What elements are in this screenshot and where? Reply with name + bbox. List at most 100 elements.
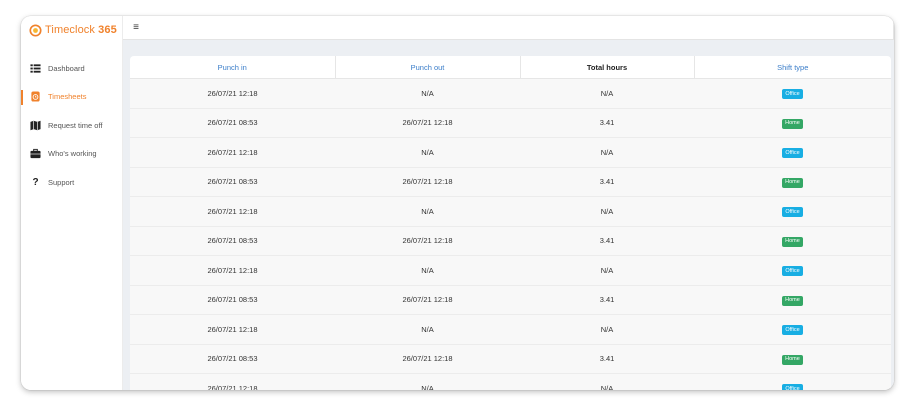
cell-punch-out: 26/07/21 12:18	[335, 226, 520, 256]
shift-type-badge[interactable]: Home	[782, 354, 803, 365]
cell-shift-type: Office	[694, 137, 891, 168]
cell-shift-type: Office	[694, 196, 891, 227]
app-window: Timeclock 365 Dashboard Timesheets Reque…	[21, 16, 894, 390]
header-punch-out[interactable]: Punch out	[335, 56, 521, 79]
question-icon: ?	[32, 176, 39, 188]
shift-type-badge[interactable]: Office	[782, 89, 803, 99]
cell-punch-in: 26/07/21 08:53	[130, 226, 335, 256]
cell-punch-in: 26/07/21 08:53	[130, 344, 335, 374]
topbar: ≡	[123, 16, 894, 40]
cell-punch-out: 26/07/21 12:18	[335, 108, 520, 138]
timesheet-table: Punch in Punch out Total hours Shift typ…	[130, 56, 891, 390]
shift-type-badge[interactable]: Office	[782, 207, 803, 217]
cell-total-hours: N/A	[520, 373, 694, 390]
timesheet-card: Punch in Punch out Total hours Shift typ…	[130, 56, 891, 390]
cell-punch-in: 26/07/21 12:18	[130, 196, 335, 227]
shift-type-badge[interactable]: Office	[782, 384, 803, 390]
shift-type-badge[interactable]: Office	[782, 325, 803, 335]
cell-punch-out: N/A	[335, 373, 520, 390]
cell-punch-out: N/A	[335, 314, 520, 345]
table-row[interactable]: 26/07/21 08:53 26/07/21 12:18 3.41 Home	[130, 344, 891, 374]
table-row[interactable]: 26/07/21 12:18 N/A N/A Office	[130, 314, 891, 345]
cell-punch-in: 26/07/21 12:18	[130, 373, 335, 390]
cell-punch-out: 26/07/21 12:18	[335, 344, 520, 374]
cell-total-hours: 3.41	[520, 167, 694, 197]
map-icon	[30, 120, 41, 131]
cell-total-hours: N/A	[520, 255, 694, 286]
sidebar-item-label: Dashboard	[48, 63, 85, 73]
briefcase-icon	[30, 148, 41, 159]
main-content: Punch in Punch out Total hours Shift typ…	[123, 40, 894, 390]
sidebar-item-label: Request time off	[48, 120, 103, 130]
list-icon	[30, 63, 41, 74]
shift-type-badge[interactable]: Office	[782, 148, 803, 158]
cell-punch-out: N/A	[335, 137, 520, 168]
sidebar-item-request-time-off[interactable]: Request time off	[21, 111, 122, 140]
table-row[interactable]: 26/07/21 08:53 26/07/21 12:18 3.41 Home	[130, 285, 891, 315]
shift-type-badge[interactable]: Home	[782, 118, 803, 129]
cell-total-hours: 3.41	[520, 285, 694, 315]
cell-total-hours: 3.41	[520, 108, 694, 138]
shift-type-badge[interactable]: Home	[782, 295, 803, 306]
table-row[interactable]: 26/07/21 12:18 N/A N/A Office	[130, 78, 891, 109]
cell-shift-type: Office	[694, 314, 891, 345]
sidebar-item-label: Support	[48, 177, 75, 187]
sidebar-item-dashboard[interactable]: Dashboard	[21, 54, 122, 83]
logo-name: Timeclock	[45, 24, 99, 36]
cell-shift-type: Home	[694, 167, 891, 197]
cell-total-hours: N/A	[520, 196, 694, 227]
sidebar-item-label: Who's working	[48, 149, 97, 159]
sidebar-item-support[interactable]: ? Support	[21, 168, 122, 197]
sidebar: Timeclock 365 Dashboard Timesheets Reque…	[21, 16, 123, 390]
cell-punch-in: 26/07/21 08:53	[130, 167, 335, 197]
cell-shift-type: Home	[694, 344, 891, 374]
cell-total-hours: 3.41	[520, 226, 694, 256]
table-row[interactable]: 26/07/21 08:53 26/07/21 12:18 3.41 Home	[130, 167, 891, 197]
cell-shift-type: Office	[694, 255, 891, 286]
sidebar-item-whos-working[interactable]: Who's working	[21, 140, 122, 169]
header-punch-in[interactable]: Punch in	[130, 56, 336, 79]
sidebar-nav: Dashboard Timesheets Request time off Wh…	[21, 54, 122, 197]
table-row[interactable]: 26/07/21 12:18 N/A N/A Office	[130, 196, 891, 227]
logo-number: 365	[98, 24, 117, 36]
cell-shift-type: Home	[694, 226, 891, 256]
cell-punch-in: 26/07/21 08:53	[130, 285, 335, 315]
cell-shift-type: Office	[694, 373, 891, 390]
topbar-divider	[893, 16, 894, 39]
cell-punch-out: N/A	[335, 255, 520, 286]
sidebar-item-timesheets[interactable]: Timesheets	[21, 83, 122, 112]
cell-punch-in: 26/07/21 12:18	[130, 137, 335, 168]
cell-punch-in: 26/07/21 12:18	[130, 314, 335, 345]
cell-shift-type: Office	[694, 78, 891, 109]
cell-total-hours: N/A	[520, 78, 694, 109]
header-total-hours[interactable]: Total hours	[520, 56, 695, 79]
table-body: 26/07/21 12:18 N/A N/A Office 26/07/21 08:53…	[130, 78, 891, 390]
cell-punch-in: 26/07/21 12:18	[130, 78, 335, 109]
shift-type-badge[interactable]: Home	[782, 236, 803, 247]
logo-clock-icon	[29, 23, 42, 37]
cell-punch-out: N/A	[335, 196, 520, 227]
shift-type-badge[interactable]: Home	[782, 177, 803, 188]
cell-punch-out: 26/07/21 12:18	[335, 167, 520, 197]
cell-punch-in: 26/07/21 08:53	[130, 108, 335, 138]
cell-shift-type: Home	[694, 285, 891, 315]
header-shift-type[interactable]: Shift type	[694, 56, 891, 79]
table-row[interactable]: 26/07/21 12:18 N/A N/A Office	[130, 373, 891, 390]
table-header-row: Punch in Punch out Total hours Shift typ…	[130, 56, 891, 79]
table-row[interactable]: 26/07/21 12:18 N/A N/A Office	[130, 255, 891, 286]
cell-total-hours: 3.41	[520, 344, 694, 374]
shift-type-badge[interactable]: Office	[782, 266, 803, 276]
cell-punch-in: 26/07/21 12:18	[130, 255, 335, 286]
cell-punch-out: N/A	[335, 78, 520, 109]
hamburger-icon[interactable]: ≡	[130, 21, 142, 33]
table-row[interactable]: 26/07/21 12:18 N/A N/A Office	[130, 137, 891, 168]
logo[interactable]: Timeclock 365	[29, 22, 117, 38]
cell-punch-out: 26/07/21 12:18	[335, 285, 520, 315]
cell-total-hours: N/A	[520, 314, 694, 345]
clock-badge-icon	[30, 91, 41, 102]
table-row[interactable]: 26/07/21 08:53 26/07/21 12:18 3.41 Home	[130, 226, 891, 256]
cell-shift-type: Home	[694, 108, 891, 138]
sidebar-item-label: Timesheets	[48, 92, 87, 102]
cell-total-hours: N/A	[520, 137, 694, 168]
table-row[interactable]: 26/07/21 08:53 26/07/21 12:18 3.41 Home	[130, 108, 891, 138]
